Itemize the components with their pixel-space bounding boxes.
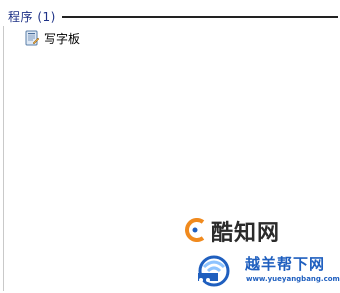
kuzhiwang-logo-icon xyxy=(185,218,205,242)
watermark-text-top: 酷知网 xyxy=(211,221,281,246)
panel-left-border xyxy=(3,26,4,291)
group-header-programs: 程序 (1) xyxy=(8,6,338,26)
watermark-url: www.yueyangbang.com xyxy=(246,275,340,283)
result-item-wordpad[interactable]: 写字板 xyxy=(24,28,84,48)
watermark-yueyangbang: 越羊帮下网 www.yueyangbang.com xyxy=(190,249,340,289)
yueyangbang-logo-icon xyxy=(198,255,230,287)
group-title: 程序 (1) xyxy=(8,9,56,24)
group-divider xyxy=(61,15,338,18)
watermark-text-bottom: 越羊帮下网 xyxy=(245,255,326,273)
wordpad-icon xyxy=(25,30,40,46)
result-item-label: 写字板 xyxy=(44,31,81,46)
search-results-panel: 程序 (1) 写字板 酷知网 越羊帮下网 www.yueyangbang.com xyxy=(0,0,340,291)
watermark-kuzhiwang: 酷知网 xyxy=(183,214,303,248)
